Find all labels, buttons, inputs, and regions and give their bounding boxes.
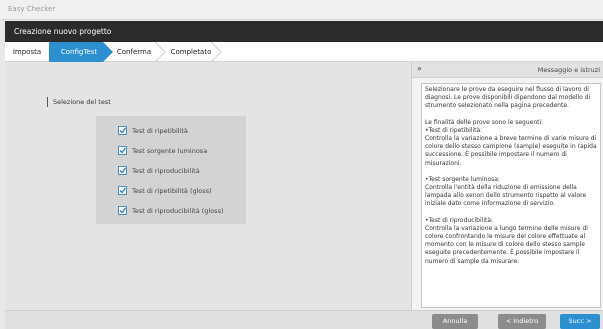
next-button[interactable]: Succ > [560, 314, 600, 329]
step-separator [211, 42, 221, 62]
checkbox-checked-icon[interactable] [118, 126, 127, 135]
step-label: Completato [170, 48, 212, 56]
test-label: Test di riproducibilità [132, 167, 200, 175]
test-label: Test di ripetibilità [132, 127, 188, 135]
test-selection-area: Selezione del test Test di ripetibilità … [5, 62, 410, 310]
step-label: Imposta [12, 48, 42, 56]
instructions-paragraph: Selezionare le prove da eseguire nel flu… [425, 86, 591, 110]
test-list: Test di ripetibilità Test sorgente lumin… [96, 116, 246, 224]
checkbox-checked-icon[interactable] [118, 206, 127, 215]
step-label: ConfigTest [60, 48, 98, 56]
instructions-panel: » Messaggio e istruzi Selezionare le pro… [411, 62, 603, 310]
instructions-panel-header: » Messaggio e istruzi [412, 62, 603, 78]
wizard-footer: Annulla < Indietro Succ > [5, 310, 603, 329]
step-separator [103, 42, 113, 62]
checkbox-checked-icon[interactable] [118, 186, 127, 195]
wizard-header: Creazione nuovo progetto [5, 21, 603, 42]
test-label: Test di riproducibilità (gloss) [132, 207, 224, 215]
wizard-title: Creazione nuovo progetto [14, 27, 112, 36]
instructions-paragraph: •Test di riproducibilità: Controlla la v… [425, 216, 588, 265]
instructions-text: Selezionare le prove da eseguire nel flu… [421, 83, 601, 308]
step-label: Conferma [116, 48, 152, 56]
instructions-panel-title: Messaggio e istruzi [537, 66, 600, 74]
instructions-paragraph: •Test sorgente luminosa: Controlla l'ent… [425, 175, 587, 208]
test-label: Test di ripetibilità (gloss) [132, 187, 212, 195]
checkbox-checked-icon[interactable] [118, 146, 127, 155]
checkbox-checked-icon[interactable] [118, 166, 127, 175]
step-completato[interactable]: Completato [165, 42, 217, 62]
back-button[interactable]: < Indietro [498, 314, 546, 329]
step-conferma[interactable]: Conferma [113, 42, 155, 62]
step-imposta[interactable]: Imposta [5, 42, 49, 62]
step-configtest[interactable]: ConfigTest [49, 42, 103, 62]
wizard-steps: Imposta ConfigTest Conferma Completato [5, 42, 603, 62]
window-titlebar: Easy Checker [0, 0, 603, 20]
test-label: Test sorgente luminosa [132, 147, 208, 155]
instructions-paragraph: Le finalità delle prove sono le seguenti… [425, 118, 597, 167]
step-separator [155, 42, 165, 62]
window-title: Easy Checker [8, 5, 56, 13]
cancel-button[interactable]: Annulla [432, 314, 478, 329]
section-label: Selezione del test [47, 97, 111, 107]
collapse-panel-icon[interactable]: » [417, 64, 422, 73]
